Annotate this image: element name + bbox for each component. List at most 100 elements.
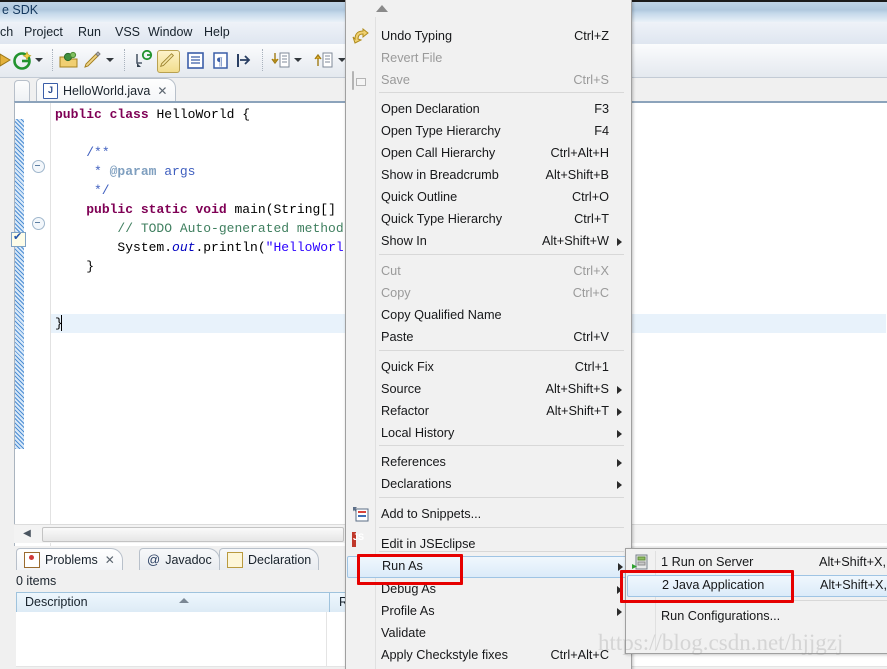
menu-item-accelerator: Ctrl+T — [574, 212, 609, 226]
open-package-icon[interactable] — [58, 50, 79, 71]
editor-context-menu[interactable]: Undo Typing Ctrl+Z Revert File Save Ctrl… — [345, 0, 632, 669]
menu-item-accelerator: Ctrl+X — [573, 264, 609, 278]
scroll-left-button[interactable]: ◀ — [16, 526, 38, 541]
submenu-arrow-icon — [617, 408, 622, 416]
submenu-arrow-icon — [617, 459, 622, 467]
menu-item-save: Save Ctrl+S — [347, 70, 629, 92]
declaration-icon — [227, 551, 243, 568]
tab-declaration[interactable]: Declaration — [219, 548, 320, 570]
close-icon[interactable]: ✕ — [157, 84, 167, 98]
menu-item-label: Add to Snippets... — [381, 507, 482, 521]
close-icon[interactable]: ✕ — [105, 553, 115, 567]
fold-collapse-icon-2[interactable] — [32, 217, 45, 230]
task-marker-icon[interactable] — [11, 230, 26, 247]
menu-item-run[interactable]: Run — [78, 25, 101, 39]
submenu-item-java-application[interactable]: 2 Java Application Alt+Shift+X, — [627, 575, 887, 597]
tab-javadoc[interactable]: @ Javadoc — [139, 548, 220, 570]
menu-separator — [379, 92, 624, 93]
menu-item-accelerator: Ctrl+S — [573, 73, 609, 87]
menu-item-vss[interactable]: VSS — [115, 25, 140, 39]
menu-scroll-up-arrow[interactable] — [346, 0, 629, 17]
menu-item-validate[interactable]: Validate — [347, 623, 629, 645]
previous-annotation-icon[interactable] — [313, 50, 334, 71]
at-icon: @ — [147, 552, 161, 567]
items-count-label: 0 items — [16, 574, 57, 588]
menu-item-search[interactable]: ch — [0, 25, 13, 39]
column-description[interactable]: Description — [17, 593, 330, 613]
menu-item-quick-type-hierarchy[interactable]: Quick Type Hierarchy Ctrl+T — [347, 209, 629, 231]
pencil-icon[interactable] — [82, 50, 103, 71]
block-selection-icon[interactable] — [185, 50, 206, 71]
menu-item-help[interactable]: Help — [204, 25, 230, 39]
menu-item-copy-qualified-name[interactable]: Copy Qualified Name — [347, 305, 629, 327]
column-description-label: Description — [25, 595, 88, 609]
menu-item-label: Show in Breadcrumb — [381, 168, 499, 182]
menu-item-run-as[interactable]: Run As — [347, 556, 631, 578]
menu-item-label: Quick Outline — [381, 190, 458, 204]
show-whitespace-icon[interactable]: ¶ — [210, 50, 231, 71]
menu-item-open-call-hierarchy[interactable]: Open Call Hierarchy Ctrl+Alt+H — [347, 143, 629, 165]
editor-tab-label: HelloWorld.java — [63, 83, 151, 98]
menu-item-open-type-hierarchy[interactable]: Open Type Hierarchy F4 — [347, 121, 629, 143]
menu-item-declarations[interactable]: Declarations — [347, 474, 629, 496]
tab-problems[interactable]: Problems ✕ — [16, 548, 123, 570]
svg-text:¶: ¶ — [217, 54, 223, 68]
fold-collapse-icon[interactable] — [32, 160, 45, 173]
submenu-arrow-icon — [617, 386, 622, 394]
menu-item-accelerator: Alt+Shift+T — [546, 404, 609, 418]
pencil-dropdown-arrow[interactable] — [106, 58, 114, 62]
submenu-item-accelerator: Alt+Shift+X, — [819, 555, 886, 569]
toolbar-separator-3 — [262, 49, 264, 71]
menu-item-project[interactable]: Project — [24, 25, 63, 39]
menu-item-cut: Cut Ctrl+X — [347, 261, 629, 283]
next-annotation-dropdown-arrow[interactable] — [294, 58, 302, 62]
menu-item-show-in[interactable]: Show In Alt+Shift+W — [347, 231, 629, 253]
menu-item-local-history[interactable]: Local History — [347, 423, 629, 445]
submenu-item-run-on-server[interactable]: 1 Run on Server Alt+Shift+X, — [627, 552, 887, 574]
eclipse-window: e SDK ch Project Run VSS Window Help ¶ J… — [0, 0, 887, 669]
menu-item-window[interactable]: Window — [148, 25, 192, 39]
menu-item-debug-as[interactable]: Debug As — [347, 579, 629, 601]
menu-item-references[interactable]: References — [347, 452, 629, 474]
menu-separator — [379, 497, 624, 498]
menu-item-label: References — [381, 455, 446, 469]
menu-item-open-declaration[interactable]: Open Declaration F3 — [347, 99, 629, 121]
editor-tab-stub[interactable] — [14, 80, 30, 102]
run-dropdown-arrow[interactable] — [35, 58, 43, 62]
menu-item-quick-outline[interactable]: Quick Outline Ctrl+O — [347, 187, 629, 209]
menu-separator — [379, 527, 624, 528]
submenu-item-label: Run Configurations... — [661, 609, 781, 623]
menu-item-label: Save — [381, 73, 410, 87]
highlight-icon[interactable] — [157, 50, 180, 73]
editor-gutter[interactable] — [11, 103, 51, 547]
menu-item-add-to-snippets[interactable]: Add to Snippets... — [347, 504, 629, 526]
scrollbar-thumb[interactable] — [42, 527, 344, 542]
menu-item-label: Show In — [381, 234, 427, 248]
menu-item-source[interactable]: Source Alt+Shift+S — [347, 379, 629, 401]
menu-item-label: Run As — [382, 559, 423, 573]
editor-tab-helloworld[interactable]: J HelloWorld.java ✕ — [36, 78, 177, 102]
next-annotation-icon[interactable] — [270, 50, 291, 71]
menu-item-undo-typing[interactable]: Undo Typing Ctrl+Z — [347, 26, 629, 48]
menu-item-copy: Copy Ctrl+C — [347, 283, 629, 305]
java-file-icon: J — [43, 82, 58, 99]
menu-item-apply-checkstyle-fixes[interactable]: Apply Checkstyle fixes Ctrl+Alt+C — [347, 645, 629, 667]
menu-item-quick-fix[interactable]: Quick Fix Ctrl+1 — [347, 357, 629, 379]
submenu-item-run-configurations[interactable]: Run Configurations... — [627, 606, 887, 628]
menu-item-label: Revert File — [381, 51, 443, 65]
tab-javadoc-label: Javadoc — [165, 552, 212, 567]
menu-separator — [379, 350, 624, 351]
menu-item-paste[interactable]: Paste Ctrl+V — [347, 327, 629, 349]
change-bar — [15, 119, 24, 449]
menu-item-accelerator: Ctrl+C — [572, 286, 609, 300]
menu-item-label: Quick Fix — [381, 360, 434, 374]
menu-item-show-in-breadcrumb[interactable]: Show in Breadcrumb Alt+Shift+B — [347, 165, 629, 187]
menu-item-edit-in-jseclipse[interactable]: Edit in JSEclipse — [347, 534, 629, 556]
collapse-icon[interactable] — [234, 50, 255, 71]
toggle-breadcrumb-icon[interactable] — [133, 49, 154, 71]
menu-item-profile-as[interactable]: Profile As — [347, 601, 629, 623]
menu-item-refactor[interactable]: Refactor Alt+Shift+T — [347, 401, 629, 423]
run-icon[interactable] — [12, 50, 33, 71]
submenu-item-accelerator: Alt+Shift+X, — [820, 578, 887, 592]
menu-item-label: Refactor — [381, 404, 429, 418]
